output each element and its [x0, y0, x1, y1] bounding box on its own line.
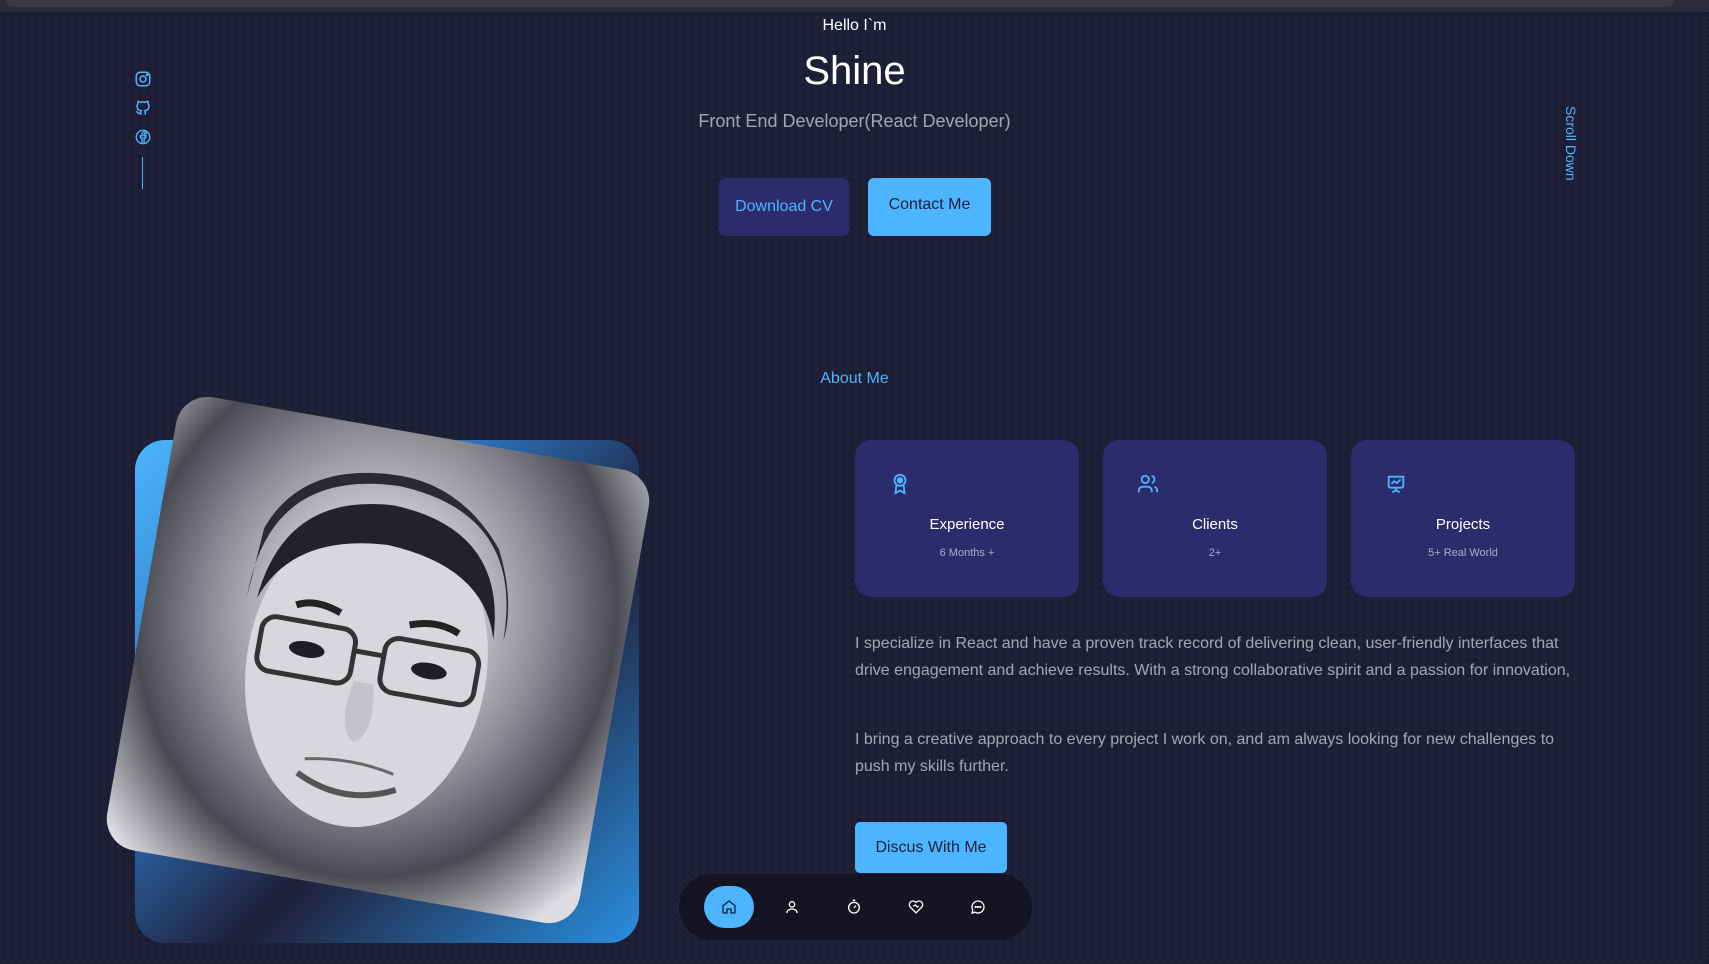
projects-value: 5+ Real World — [1428, 547, 1498, 559]
projects-title: Projects — [1435, 516, 1491, 533]
user-icon[interactable] — [769, 887, 815, 927]
scroll-down-link[interactable]: Scroll Down — [1563, 106, 1579, 181]
experience-title: Experience — [929, 516, 1005, 533]
download-cv-button[interactable]: Download CV — [719, 178, 849, 236]
instagram-icon[interactable] — [134, 70, 152, 88]
contact-me-button[interactable]: Contact Me — [868, 178, 991, 236]
browser-top-bar-inner — [6, 0, 1674, 7]
about-paragraph-2: I bring a creative approach to every pro… — [855, 731, 1555, 775]
experience-value: 6 Months + — [939, 547, 995, 559]
browser-top-bar — [0, 0, 1709, 12]
hero-greeting: Hello I`m — [822, 17, 887, 34]
discus-with-me-button[interactable]: Discus With Me — [855, 822, 1007, 873]
hero-name: Shine — [803, 49, 906, 93]
about-paragraph-1: I specialize in React and have a proven … — [855, 635, 1571, 679]
clients-title: Clients — [1192, 516, 1238, 533]
profile-photo — [101, 391, 655, 929]
experience-card: Experience 6 Months + — [855, 440, 1079, 597]
award-icon — [889, 472, 911, 496]
message-icon[interactable] — [955, 887, 1001, 927]
projects-card: Projects 5+ Real World — [1351, 440, 1575, 597]
clients-card: Clients 2+ — [1103, 440, 1327, 597]
projects-icon — [1385, 472, 1407, 496]
hero-role: Front End Developer(React Developer) — [698, 111, 1011, 131]
home-icon[interactable] — [704, 886, 754, 928]
facebook-icon[interactable] — [134, 128, 152, 146]
about-section-label: About Me — [820, 370, 889, 387]
bottom-nav — [679, 874, 1032, 940]
clients-value: 2+ — [1208, 547, 1222, 559]
social-links — [134, 70, 152, 157]
users-icon — [1137, 472, 1159, 496]
portrait-illustration — [245, 472, 509, 828]
social-divider-line — [142, 157, 143, 189]
github-icon[interactable] — [134, 99, 152, 117]
timer-icon[interactable] — [831, 887, 877, 927]
heart-handshake-icon[interactable] — [893, 887, 939, 927]
